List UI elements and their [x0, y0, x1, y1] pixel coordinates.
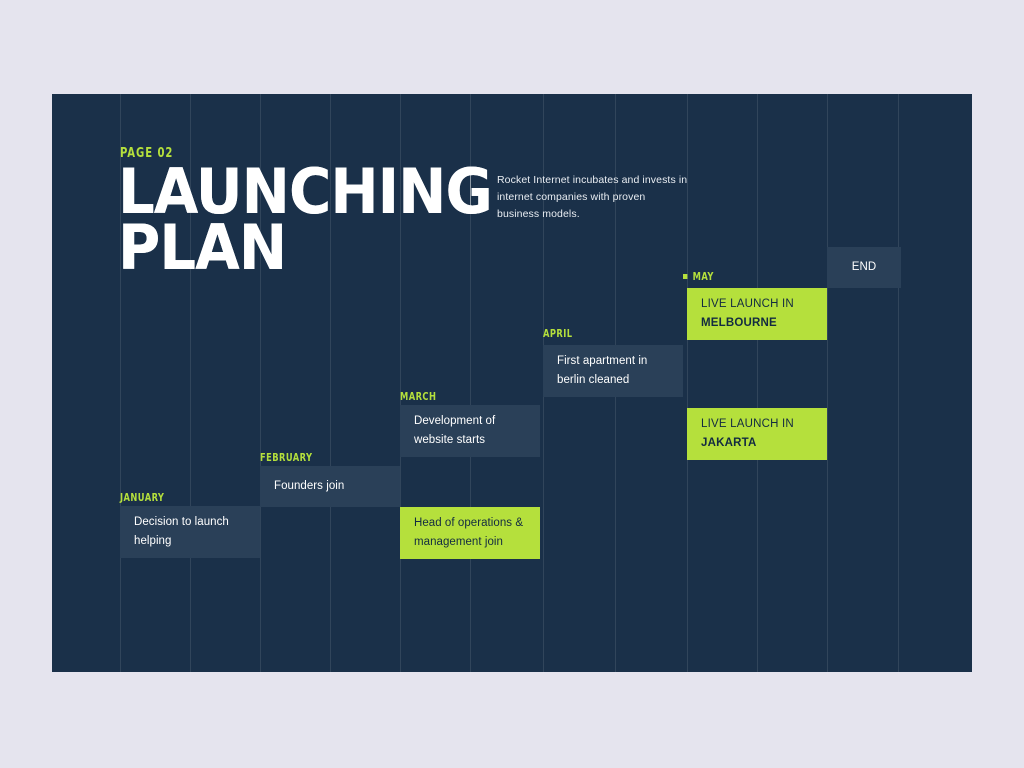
card-line-1: Decision to launch — [134, 516, 229, 528]
timeline-card-jakarta[interactable]: LIVE LAUNCH IN JAKARTA — [687, 408, 827, 460]
card-line-1: LIVE LAUNCH IN — [701, 418, 794, 430]
timeline-card-melbourne[interactable]: LIVE LAUNCH IN MELBOURNE — [687, 288, 827, 340]
card-line-2: MELBOURNE — [701, 317, 777, 329]
month-label-february: FEBRUARY — [260, 452, 312, 464]
card-line-2: management join — [414, 536, 503, 548]
gridline — [898, 94, 899, 672]
month-label-text: MARCH — [400, 391, 437, 403]
timeline-card-march[interactable]: Development of website starts — [400, 405, 540, 457]
month-label-text: MAY — [692, 271, 714, 283]
card-line-2: helping — [134, 535, 172, 547]
bullet-square-icon — [683, 273, 688, 279]
page-title: LAUNCHING PLAN — [118, 161, 493, 284]
timeline-card-january[interactable]: Decision to launch helping — [120, 506, 260, 558]
month-label-text: APRIL — [543, 328, 573, 340]
timeline-card-end[interactable]: END — [827, 247, 901, 288]
month-label-march: MARCH — [400, 391, 436, 403]
month-label-text: JANUARY — [120, 492, 165, 504]
card-line-2: berlin cleaned — [557, 374, 630, 386]
timeline-card-april[interactable]: First apartment in berlin cleaned — [543, 345, 683, 397]
slide-canvas: PAGE 02 LAUNCHING PLAN Rocket Internet i… — [52, 94, 972, 672]
intro-divider — [470, 172, 471, 206]
intro-text: Rocket Internet incubates and invests in… — [497, 174, 688, 220]
card-line-1: First apartment in — [557, 355, 648, 367]
intro-block: Rocket Internet incubates and invests in… — [470, 172, 690, 223]
card-line-2: JAKARTA — [701, 437, 757, 449]
month-label-january: JANUARY — [120, 492, 164, 504]
timeline-card-operations[interactable]: Head of operations & management join — [400, 507, 540, 559]
card-line-1: Development of — [414, 415, 496, 427]
end-label: END — [851, 261, 877, 273]
card-line-2: website starts — [414, 434, 486, 446]
month-label-text: FEBRUARY — [260, 452, 313, 464]
card-line-1: Head of operations & — [414, 517, 524, 529]
card-line-1: Founders join — [274, 480, 345, 492]
card-line-1: LIVE LAUNCH IN — [701, 298, 794, 310]
gridline — [757, 94, 758, 672]
timeline-card-february[interactable]: Founders join — [260, 466, 400, 507]
month-label-may: MAY — [683, 271, 714, 283]
month-label-april: APRIL — [543, 328, 573, 340]
gridline — [827, 94, 828, 672]
title-line-2: PLAN — [118, 211, 287, 284]
